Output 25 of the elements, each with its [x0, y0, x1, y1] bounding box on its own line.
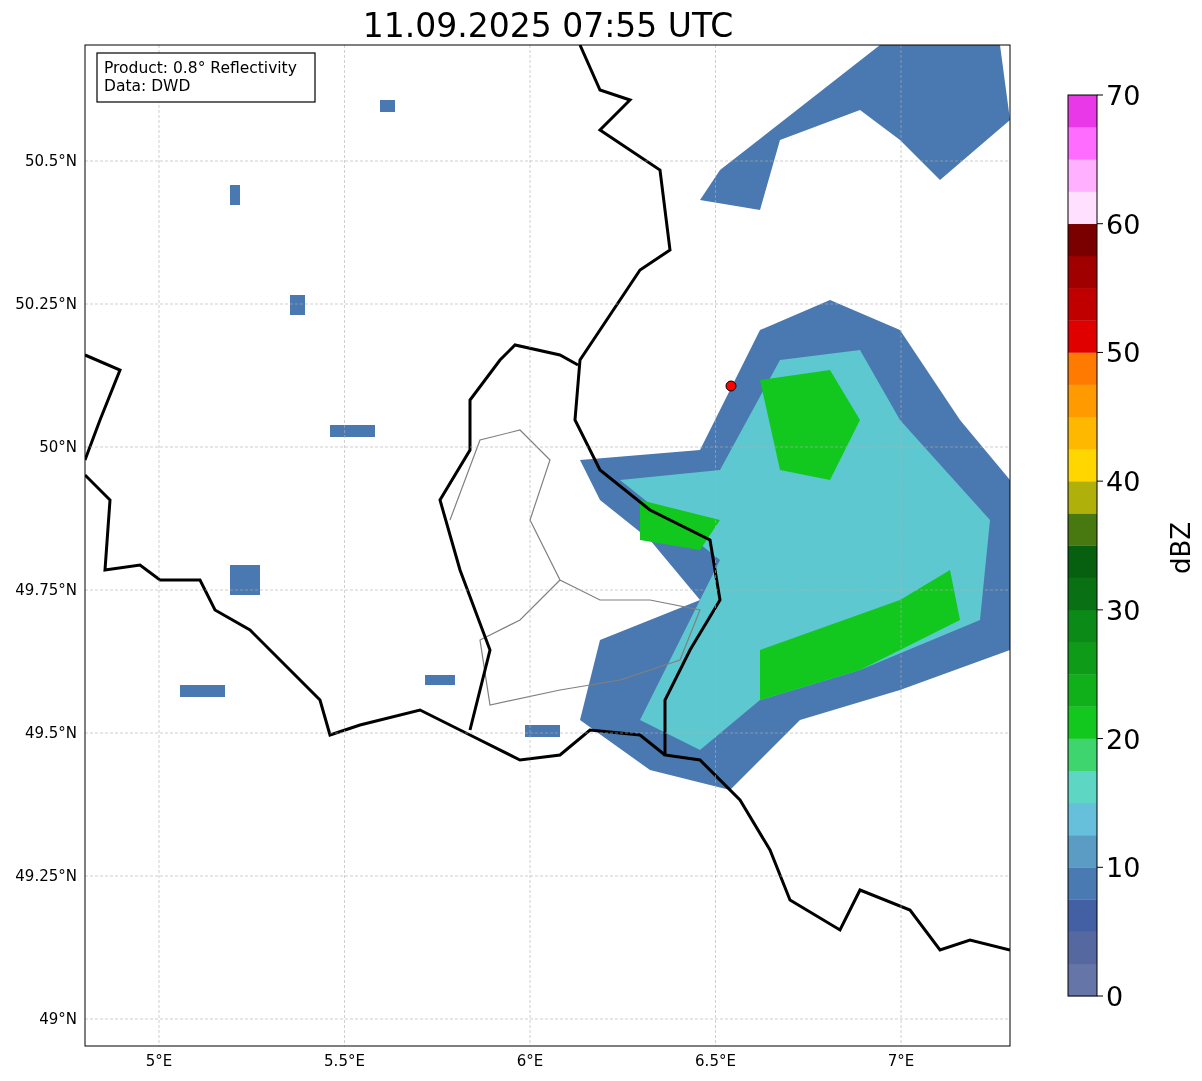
axis-tick-label: 49.5°N: [24, 724, 77, 742]
colorbar-tick-label: 50: [1106, 337, 1141, 369]
axis-tick-label: 6.5°E: [695, 1052, 736, 1070]
axis-tick-label: 50°N: [39, 438, 77, 456]
chart-title: 11.09.2025 07:55 UTC: [362, 6, 734, 45]
axis-tick-label: 6°E: [516, 1052, 544, 1070]
colorbar-tick-label: 40: [1106, 466, 1141, 498]
axis-tick-label: 7°E: [887, 1052, 915, 1070]
axis-tick-label: 50.5°N: [24, 152, 77, 170]
axis-tick-label: 5°E: [145, 1052, 173, 1070]
axis-tick-label: 49°N: [39, 1010, 77, 1028]
colorbar-tick-label: 60: [1106, 208, 1141, 240]
info-text: Product: 0.8° Reflectivity: [104, 59, 297, 77]
colorbar-tick-label: 10: [1106, 852, 1141, 884]
colorbar-tick-label: 0: [1106, 981, 1124, 1012]
radar-site-marker: [725, 380, 737, 392]
colorbar-tick-label: 70: [1106, 80, 1141, 111]
axis-tick-label: 49.75°N: [15, 581, 77, 599]
axis-tick-label: 5.5°E: [324, 1052, 365, 1070]
colorbar-tick-label: 20: [1106, 723, 1141, 755]
info-text: Data: DWD: [104, 77, 191, 95]
colorbar-tick-label: 30: [1106, 594, 1141, 626]
colorbar-label: dBZ: [1166, 521, 1196, 575]
axis-tick-label: 49.25°N: [15, 867, 77, 885]
axis-tick-label: 50.25°N: [15, 295, 77, 313]
